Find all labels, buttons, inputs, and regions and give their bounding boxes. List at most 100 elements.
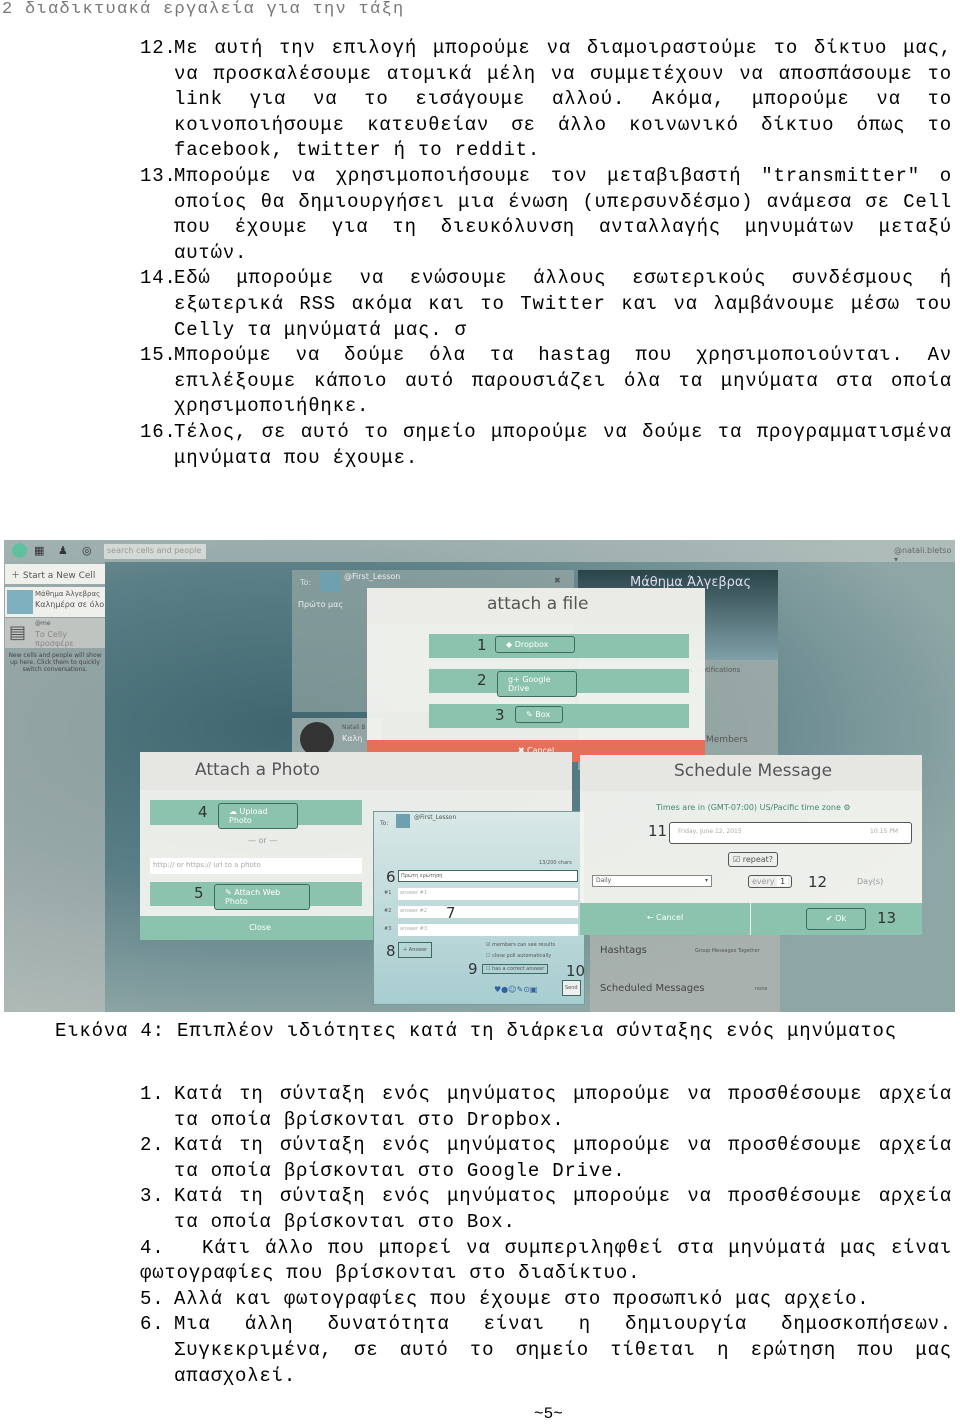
celly-screenshot: ▦ ♟ ◎ search cells and people @natali.bl…	[4, 540, 955, 1012]
ok-row: ✔ Ok 13	[751, 903, 922, 935]
marker: 2	[477, 671, 487, 689]
box-button[interactable]: ✎ Box	[515, 706, 563, 723]
search-input[interactable]: search cells and people	[104, 544, 206, 559]
start-new-cell-button[interactable]: ＋ Start a New Cell	[5, 564, 105, 584]
marker: 4	[198, 803, 208, 821]
upload-label: Upload Photo	[229, 807, 268, 825]
running-header: 2 διαδικτυακά εργαλεία για την τάξη	[2, 0, 405, 19]
item-number: 2.	[140, 1134, 165, 1157]
celly-logo-icon	[12, 543, 27, 558]
toolbar-icons[interactable]: ♥●☺✎⊙▣	[494, 985, 537, 994]
list-item: 6. Μια άλλη δυνατότητα είναι η δημιουργία…	[140, 1312, 952, 1389]
answer-input[interactable]: answer #2	[398, 906, 578, 918]
or-separator: — or —	[248, 836, 278, 845]
attach-web-label: Attach Web Photo	[225, 888, 281, 906]
cell-thumbnail	[7, 590, 33, 614]
members-link[interactable]: Members	[706, 735, 748, 745]
cell-options: Hashtags Group Messages Together Schedul…	[590, 935, 780, 1012]
box-row: 3 ✎ Box	[429, 704, 689, 728]
google-drive-button[interactable]: g+ Google Drive	[497, 671, 577, 697]
top-bar: ▦ ♟ ◎ search cells and people @natali.bl…	[4, 540, 955, 564]
user-icon[interactable]: ♟	[58, 544, 68, 557]
to-cell: @First_Lesson	[344, 572, 401, 581]
compass-icon[interactable]: ◎	[82, 544, 92, 557]
marker: 11	[648, 822, 668, 840]
user-menu[interactable]: @natali.bletso ▾	[894, 546, 955, 564]
cell-title: Μάθημα Άλγεβρας	[35, 590, 101, 598]
frequency-select[interactable]: Daily ▾	[592, 875, 712, 887]
list-item: 15. Μπορούμε να δούμε όλα τα hastag που χ…	[140, 343, 952, 420]
schedule-cancel-button[interactable]: ← Cancel	[580, 903, 750, 935]
item-number: 14.	[140, 267, 177, 290]
option-label: has a correct answer	[492, 966, 545, 972]
marker: 7	[446, 904, 456, 922]
poster-message: Καλη	[342, 734, 363, 743]
item-number: 13.	[140, 164, 177, 187]
page-number: ~5~	[534, 1405, 563, 1423]
close-button[interactable]: Close	[140, 916, 380, 940]
modal-title: attach a file	[487, 594, 589, 614]
photo-url-input[interactable]: http:// or https:// url to a photo	[150, 858, 362, 874]
message-draft[interactable]: Πρώτο μας	[298, 600, 343, 609]
hashtags-desc: Group Messages Together	[695, 948, 760, 954]
grid-icon[interactable]: ▦	[34, 544, 44, 557]
poll-window: To: @First_Lesson 13/200 chars 6 Πρώτη ε…	[373, 811, 585, 1005]
dropbox-button[interactable]: ◆ Dropbox	[495, 636, 575, 653]
item-text: Κατά τη σύνταξη ενός μηνύματος μπορούμε …	[174, 1185, 952, 1233]
list-item: 14. Εδώ μπορούμε να ενώσουμε άλλους εσωτε…	[140, 266, 952, 343]
scheduled-messages-link[interactable]: Scheduled Messages	[600, 983, 705, 994]
to-label: To:	[380, 820, 389, 827]
sidebar-item-me[interactable]: ▤ @me Το Celly προσφέρε	[5, 618, 105, 648]
timezone-label: Times are in (GMT-07:00) US/Pacific time…	[656, 803, 841, 812]
item-text: Κατά τη σύνταξη ενός μηνύματος μπορούμε …	[174, 1134, 952, 1182]
sidebar-item-cell[interactable]: Μάθημα Άλγεβρας Καλημέρα σε όλο	[5, 587, 105, 617]
unit-label: Day(s)	[857, 877, 884, 886]
marker: 8	[386, 942, 396, 960]
list-item: 2. Κατά τη σύνταξη ενός μηνύματος μπορούμ…	[140, 1133, 952, 1184]
send-button[interactable]: Send	[562, 980, 581, 996]
option-see-results[interactable]: ☑ members can see results	[486, 942, 555, 948]
list-item: 4. Κάτι άλλο που μπορεί να συμπεριληφθεί …	[140, 1236, 952, 1287]
option-correct-answer[interactable]: ☐ has a correct answer	[482, 964, 549, 974]
item-text: Μπορούμε να χρησιμοποιήσουμε τον μεταβιβ…	[174, 164, 952, 264]
marker: 5	[194, 884, 204, 902]
modal-title: Schedule Message	[674, 761, 833, 781]
list-item: 13. Μπορούμε να χρησιμοποιήσουμε τον μετα…	[140, 164, 952, 266]
hashtags-link[interactable]: Hashtags	[600, 945, 647, 956]
item-text: Κάτι άλλο που μπορεί να συμπεριληφθεί στ…	[140, 1236, 952, 1285]
upload-row: 4 ☁ Upload Photo	[150, 800, 362, 829]
add-answer-button[interactable]: + Answer	[398, 942, 433, 958]
repeat-label: repeat?	[742, 855, 774, 864]
sidebar: ＋ Start a New Cell Μάθημα Άλγεβρας Καλημ…	[4, 562, 105, 1012]
option-close-poll[interactable]: ☐ close poll automatically	[486, 953, 551, 959]
answer-input[interactable]: answer #1	[398, 888, 578, 900]
item-text: Κατά τη σύνταξη ενός μηνύματος μπορούμε …	[174, 1083, 952, 1131]
item-text: Με αυτή την επιλογή μπορούμε να διαμοιρα…	[174, 37, 952, 162]
option-label: members can see results	[492, 942, 556, 948]
answer-label: #3	[384, 926, 392, 932]
answer-input[interactable]: answer #3	[398, 924, 578, 936]
timezone-text: Times are in (GMT-07:00) US/Pacific time…	[656, 803, 851, 812]
attach-web-photo-button[interactable]: ✎ Attach Web Photo	[214, 884, 310, 910]
scheduled-desc: none	[755, 986, 768, 992]
start-cell-label: Start a New Cell	[22, 571, 96, 581]
ok-button[interactable]: ✔ Ok	[806, 908, 866, 930]
close-icon[interactable]: ✖	[554, 576, 561, 585]
every-label: every	[752, 877, 775, 886]
marker: 10	[566, 962, 586, 980]
marker: 3	[495, 706, 505, 724]
char-count: 13/200 chars	[539, 860, 572, 866]
marker: 9	[468, 960, 478, 978]
date-value: Friday, June 12, 2015	[678, 828, 742, 835]
upload-photo-button[interactable]: ☁ Upload Photo	[218, 803, 298, 829]
to-label: To:	[300, 578, 312, 587]
repeat-checkbox[interactable]: ☑ repeat?	[728, 852, 779, 867]
item-number: 5.	[140, 1287, 165, 1310]
book-icon: ▤	[9, 622, 27, 643]
question-input[interactable]: Πρώτη ερώτηση	[398, 870, 578, 882]
datetime-field[interactable]: Friday, June 12, 2015 10:15 PM	[669, 822, 912, 844]
list-item: 12. Με αυτή την επιλογή μπορούμε να διαμο…	[140, 36, 952, 164]
every-control[interactable]: every 1	[748, 875, 793, 888]
cell-thumbnail	[396, 814, 410, 828]
frequency-value: Daily	[596, 877, 612, 884]
